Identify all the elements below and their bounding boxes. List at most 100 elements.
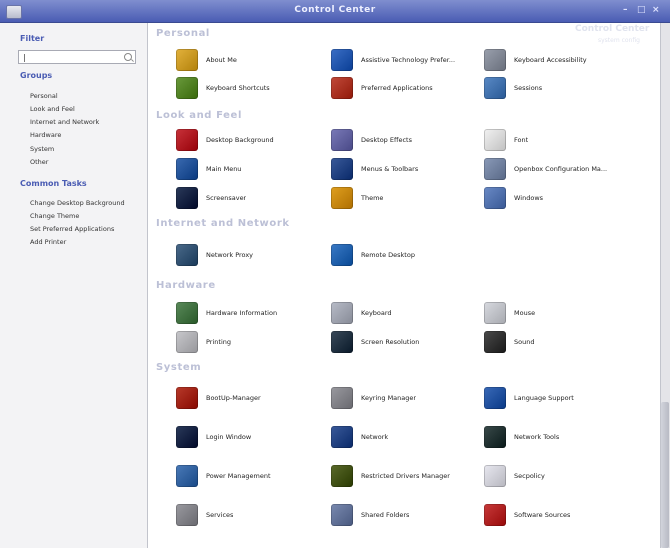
task-add-printer[interactable]: Add Printer: [30, 238, 66, 246]
item-label: Desktop Background: [206, 136, 274, 144]
group-hardware[interactable]: Hardware: [30, 131, 61, 139]
ghost-subtitle: system config: [598, 37, 640, 44]
category-internet-network: Internet and Network: [156, 218, 290, 229]
hardware-info-icon: [176, 302, 198, 324]
item-language-support[interactable]: Language Support: [484, 387, 634, 415]
item-about-me[interactable]: About Me: [176, 49, 326, 77]
item-secpolicy[interactable]: Secpolicy: [484, 465, 634, 493]
item-mouse[interactable]: Mouse: [484, 302, 634, 330]
sound-icon: [484, 331, 506, 353]
item-sessions[interactable]: Sessions: [484, 77, 634, 105]
item-label: Printing: [206, 338, 232, 346]
item-label: Theme: [361, 194, 384, 202]
item-services[interactable]: Services: [176, 504, 326, 532]
filter-input[interactable]: [18, 50, 136, 64]
item-label: Keyboard Shortcuts: [206, 84, 270, 92]
item-label: Assistive Technology Prefer...: [361, 56, 456, 64]
menus-toolbars-icon: [331, 158, 353, 180]
item-sound[interactable]: Sound: [484, 331, 634, 359]
item-label: Remote Desktop: [361, 251, 415, 259]
item-remote-desktop[interactable]: Remote Desktop: [331, 244, 481, 272]
item-main-menu[interactable]: Main Menu: [176, 158, 326, 186]
item-label: Keyboard Accessibility: [514, 56, 587, 64]
scrollbar-thumb[interactable]: [661, 402, 669, 548]
item-label: Login Window: [206, 433, 252, 441]
item-menus-toolbars[interactable]: Menus & Toolbars: [331, 158, 481, 186]
item-restricted-drivers[interactable]: Restricted Drivers Manager: [331, 465, 481, 493]
item-label: Software Sources: [514, 511, 571, 519]
item-login-window[interactable]: Login Window: [176, 426, 326, 454]
item-font[interactable]: Font: [484, 129, 634, 157]
keyboard-icon: [331, 302, 353, 324]
item-label: BootUp-Manager: [206, 394, 261, 402]
item-label: Keyring Manager: [361, 394, 417, 402]
item-keyboard-accessibility[interactable]: Keyboard Accessibility: [484, 49, 634, 77]
item-label: Hardware Information: [206, 309, 278, 317]
keyboard-shortcuts-icon: [176, 77, 198, 99]
network-tools-icon: [484, 426, 506, 448]
search-icon[interactable]: [124, 53, 132, 61]
item-hardware-information[interactable]: Hardware Information: [176, 302, 326, 330]
power-management-icon: [176, 465, 198, 487]
mouse-icon: [484, 302, 506, 324]
minimize-button[interactable]: –: [623, 5, 628, 15]
item-label: Restricted Drivers Manager: [361, 472, 450, 480]
item-keyboard-shortcuts[interactable]: Keyboard Shortcuts: [176, 77, 326, 105]
item-desktop-background[interactable]: Desktop Background: [176, 129, 326, 157]
item-label: Main Menu: [206, 165, 242, 173]
network-icon: [331, 426, 353, 448]
item-label: Font: [514, 136, 529, 144]
item-windows[interactable]: Windows: [484, 187, 634, 215]
item-software-sources[interactable]: Software Sources: [484, 504, 634, 532]
network-proxy-icon: [176, 244, 198, 266]
item-theme[interactable]: Theme: [331, 187, 481, 215]
item-keyboard[interactable]: Keyboard: [331, 302, 481, 330]
maximize-button[interactable]: □: [637, 5, 646, 15]
window-title: Control Center: [294, 5, 376, 15]
printer-icon: [176, 331, 198, 353]
item-label: Menus & Toolbars: [361, 165, 419, 173]
task-change-desktop-background[interactable]: Change Desktop Background: [30, 199, 125, 207]
group-personal[interactable]: Personal: [30, 92, 58, 100]
item-power-management[interactable]: Power Management: [176, 465, 326, 493]
main-panel: Control Center system config Personal Ab…: [148, 23, 660, 548]
group-other[interactable]: Other: [30, 158, 48, 166]
item-screen-resolution[interactable]: Screen Resolution: [331, 331, 481, 359]
remote-desktop-icon: [331, 244, 353, 266]
title-bar: Control Center – □ ×: [0, 0, 670, 23]
item-screensaver[interactable]: Screensaver: [176, 187, 326, 215]
desktop-effects-icon: [331, 129, 353, 151]
item-printing[interactable]: Printing: [176, 331, 326, 359]
ghost-title: Control Center: [575, 24, 650, 34]
item-label: Keyboard: [361, 309, 392, 317]
item-desktop-effects[interactable]: Desktop Effects: [331, 129, 481, 157]
item-network-tools[interactable]: Network Tools: [484, 426, 634, 454]
item-assistive-technology[interactable]: Assistive Technology Prefer...: [331, 49, 481, 77]
item-keyring-manager[interactable]: Keyring Manager: [331, 387, 481, 415]
item-bootup-manager[interactable]: BootUp-Manager: [176, 387, 326, 415]
item-shared-folders[interactable]: Shared Folders: [331, 504, 481, 532]
item-openbox-configuration[interactable]: Openbox Configuration Ma...: [484, 158, 634, 186]
keyring-icon: [331, 387, 353, 409]
item-label: Language Support: [514, 394, 574, 402]
item-network[interactable]: Network: [331, 426, 481, 454]
item-label: Mouse: [514, 309, 536, 317]
openbox-config-icon: [484, 158, 506, 180]
group-system[interactable]: System: [30, 145, 54, 153]
restricted-drivers-icon: [331, 465, 353, 487]
item-preferred-applications[interactable]: Preferred Applications: [331, 77, 481, 105]
group-look-and-feel[interactable]: Look and Feel: [30, 105, 75, 113]
groups-label: Groups: [20, 71, 53, 80]
common-tasks-label: Common Tasks: [20, 179, 87, 188]
screen-resolution-icon: [331, 331, 353, 353]
keyboard-accessibility-icon: [484, 49, 506, 71]
item-label: Preferred Applications: [361, 84, 433, 92]
shared-folders-icon: [331, 504, 353, 526]
windows-icon: [484, 187, 506, 209]
item-network-proxy[interactable]: Network Proxy: [176, 244, 326, 272]
task-set-preferred-applications[interactable]: Set Preferred Applications: [30, 225, 114, 233]
category-system: System: [156, 362, 202, 373]
group-internet-network[interactable]: Internet and Network: [30, 118, 99, 126]
task-change-theme[interactable]: Change Theme: [30, 212, 79, 220]
close-button[interactable]: ×: [652, 5, 660, 15]
